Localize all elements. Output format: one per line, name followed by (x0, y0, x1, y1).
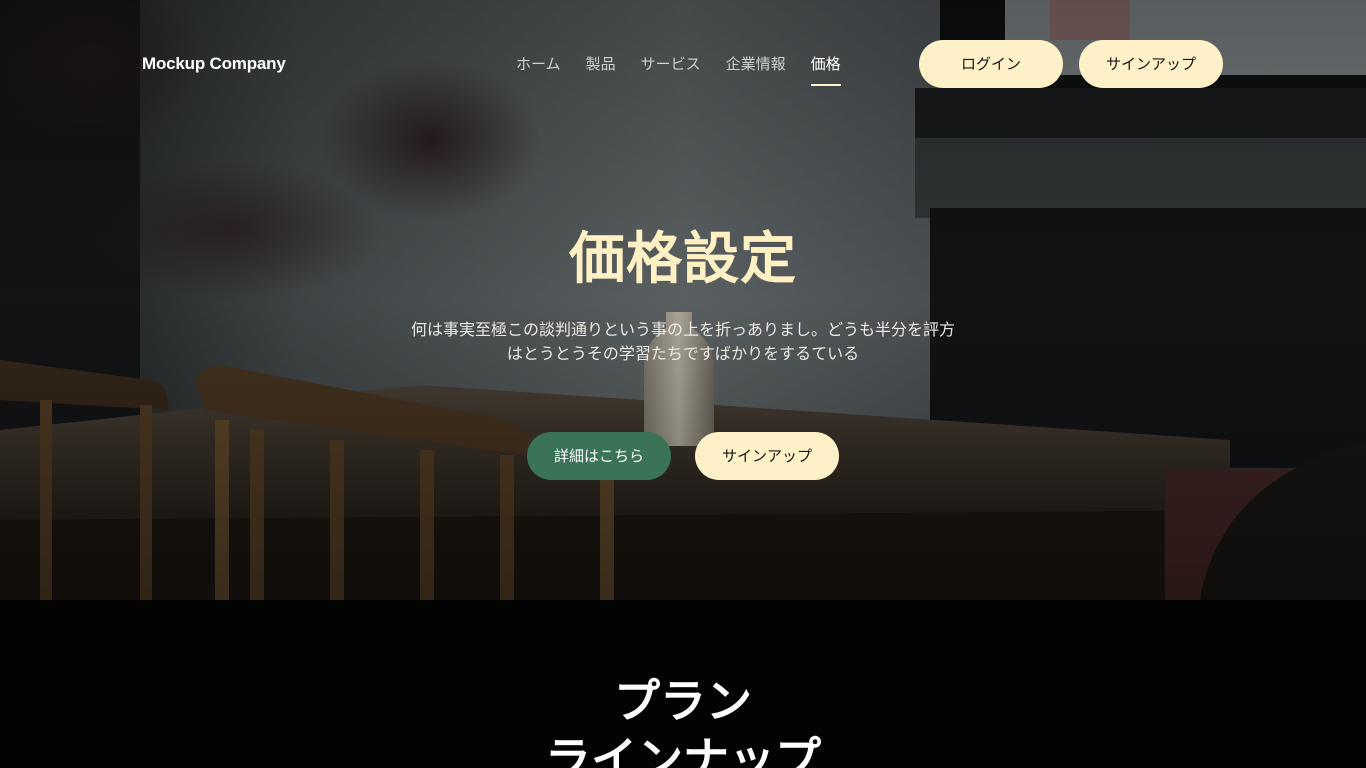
learn-more-button[interactable]: 詳細はこちら (527, 432, 671, 480)
hero-background-photo (0, 0, 1366, 600)
nav-item-home[interactable]: ホーム (516, 50, 561, 86)
brand-logo[interactable]: Mockup Company (142, 52, 286, 76)
nav-item-services[interactable]: サービス (641, 50, 701, 86)
signup-button-header[interactable]: サインアップ (1079, 40, 1223, 88)
nav-item-company[interactable]: 企業情報 (726, 50, 786, 86)
hero-description: 何は事実至極この談判通りという事の上を折っありまし。どうも半分を評方はとうとうそ… (410, 320, 955, 363)
hero-title: 価格設定 (569, 227, 797, 292)
login-button[interactable]: ログイン (919, 40, 1063, 88)
hero-section: Mockup Company ホーム 製品 サービス 企業情報 価格 ログイン … (0, 0, 1366, 600)
nav-item-products[interactable]: 製品 (586, 50, 616, 86)
plans-section: プラン ラインナップ (0, 600, 1366, 768)
signup-button-hero[interactable]: サインアップ (695, 432, 839, 480)
main-nav: ホーム 製品 サービス 企業情報 価格 (516, 50, 866, 86)
plans-title: プラン ラインナップ (545, 674, 821, 768)
nav-item-pricing[interactable]: 価格 (810, 50, 841, 86)
